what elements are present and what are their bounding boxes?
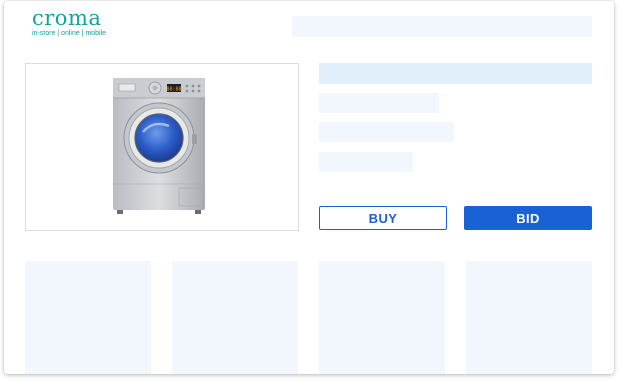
croma-logo[interactable]: croma in-store | online | mobile (32, 7, 106, 38)
tile-skeleton-1 (25, 261, 151, 374)
tile-skeleton-3 (319, 261, 445, 374)
detail-skeleton-1 (319, 93, 439, 113)
detail-skeleton-3 (319, 152, 413, 172)
header-skeleton (292, 16, 592, 37)
buy-button[interactable]: BUY (319, 206, 447, 230)
listing-card: croma in-store | online | mobile 88:88 B… (4, 1, 614, 374)
detail-skeleton-2 (319, 122, 454, 142)
title-skeleton (319, 63, 592, 84)
control-display: 88:88 (166, 86, 181, 92)
logo-wordmark: croma (32, 6, 102, 30)
bid-button[interactable]: BID (464, 206, 592, 230)
washing-machine-icon: 88:88 (113, 78, 205, 214)
tile-skeleton-4 (466, 261, 592, 374)
tile-skeleton-2 (172, 261, 298, 374)
product-image-frame: 88:88 (25, 63, 299, 231)
logo-tagline: in-store | online | mobile (32, 30, 107, 37)
